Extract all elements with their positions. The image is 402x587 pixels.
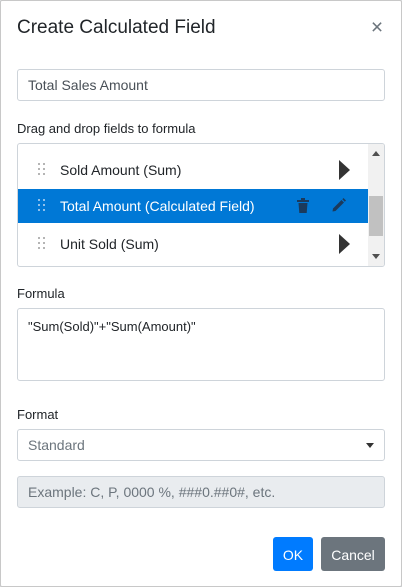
arrow-right-icon[interactable] xyxy=(339,234,350,254)
cancel-button[interactable]: Cancel xyxy=(321,537,385,571)
list-item-label: Total Amount (Calculated Field) xyxy=(60,198,255,214)
dialog-title: Create Calculated Field xyxy=(17,17,216,38)
format-label: Format xyxy=(17,407,59,422)
scroll-up-icon[interactable] xyxy=(372,151,380,156)
custom-format-placeholder: Example: C, P, 0000 %, ###0.##0#, etc. xyxy=(28,484,276,500)
ok-button[interactable]: OK xyxy=(273,537,313,571)
trash-icon[interactable] xyxy=(296,198,310,214)
fields-list: Sold Amount (Sum) Total Amount (Calculat… xyxy=(17,143,385,267)
chevron-down-icon xyxy=(366,443,374,448)
list-item-label: Unit Sold (Sum) xyxy=(60,236,159,252)
formula-textarea[interactable]: "Sum(Sold)"+"Sum(Amount)" xyxy=(17,308,385,381)
field-name-input[interactable] xyxy=(17,69,385,101)
fields-list-label: Drag and drop fields to formula xyxy=(17,121,196,136)
scroll-down-icon[interactable] xyxy=(372,254,380,259)
fields-list-scrollbar[interactable] xyxy=(368,144,384,266)
formula-label: Formula xyxy=(17,286,65,301)
dialog-header: Create Calculated Field × xyxy=(17,15,387,43)
list-item-unit-sold[interactable]: Unit Sold (Sum) xyxy=(18,227,369,261)
arrow-right-icon[interactable] xyxy=(339,160,350,180)
format-select[interactable]: Standard xyxy=(17,429,385,461)
custom-format-input[interactable]: Example: C, P, 0000 %, ###0.##0#, etc. xyxy=(17,476,385,508)
drag-handle-icon[interactable] xyxy=(38,199,48,213)
list-item-sold-amount[interactable]: Sold Amount (Sum) xyxy=(18,153,369,187)
drag-handle-icon[interactable] xyxy=(38,237,48,251)
drag-handle-icon[interactable] xyxy=(38,163,48,177)
calculated-field-dialog: Create Calculated Field × Drag and drop … xyxy=(0,0,402,587)
scroll-thumb[interactable] xyxy=(369,196,383,236)
pencil-icon[interactable] xyxy=(331,197,347,213)
list-item-label: Sold Amount (Sum) xyxy=(60,162,182,178)
list-item-total-amount[interactable]: Total Amount (Calculated Field) xyxy=(18,189,369,223)
format-select-value: Standard xyxy=(28,437,85,453)
close-icon[interactable]: × xyxy=(367,15,387,41)
